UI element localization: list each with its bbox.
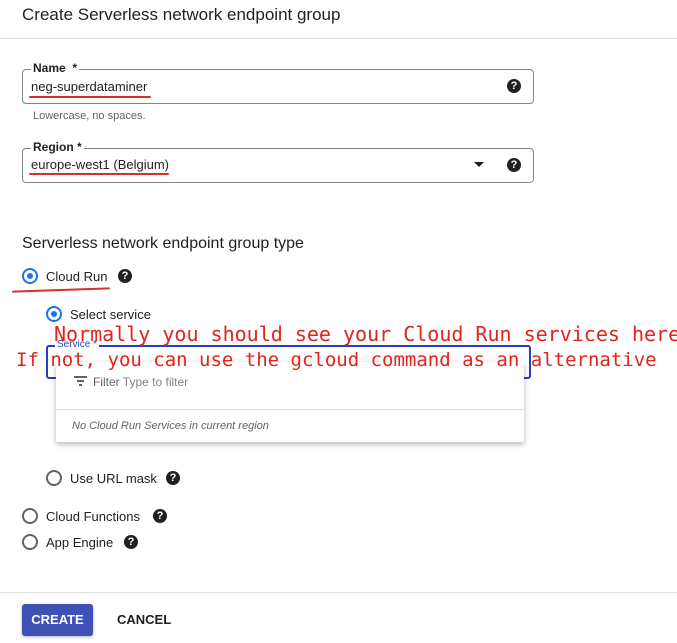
cloud-run-red-underline xyxy=(11,287,111,293)
endpoint-type-title: Serverless network endpoint group type xyxy=(22,235,304,252)
annotation-line-2: If not, you can use the gcloud command a… xyxy=(16,349,657,371)
select-service-label[interactable]: Select service xyxy=(70,307,151,322)
cloud-run-radio[interactable] xyxy=(22,268,38,284)
triangle-down-icon[interactable] xyxy=(474,162,484,167)
url-mask-help-icon[interactable]: ? xyxy=(166,471,180,485)
name-red-underline xyxy=(29,96,151,98)
create-button[interactable]: CREATE xyxy=(22,604,93,636)
cloud-run-help-icon[interactable]: ? xyxy=(118,269,132,283)
cloud-run-label[interactable]: Cloud Run xyxy=(46,269,107,284)
cloud-functions-help-icon[interactable]: ? xyxy=(153,509,167,523)
cloud-functions-radio[interactable] xyxy=(22,508,38,524)
footer-divider xyxy=(0,592,677,593)
select-service-radio[interactable] xyxy=(46,306,62,322)
region-help-icon[interactable]: ? xyxy=(507,158,521,172)
filter-input[interactable]: Filter Type to filter xyxy=(93,375,188,389)
dropdown-divider xyxy=(56,409,524,410)
app-engine-help-icon[interactable]: ? xyxy=(124,535,138,549)
app-engine-label[interactable]: App Engine xyxy=(46,535,113,550)
region-select-value[interactable]: europe-west1 (Belgium) xyxy=(31,157,169,172)
page-title: Create Serverless network endpoint group xyxy=(22,5,341,24)
name-input-value[interactable]: neg-superdataminer xyxy=(31,79,147,94)
cloud-functions-label[interactable]: Cloud Functions xyxy=(46,509,140,524)
annotation-line-1: Normally you should see your Cloud Run s… xyxy=(54,322,677,346)
region-field-label: Region * xyxy=(31,140,84,154)
app-engine-radio[interactable] xyxy=(22,534,38,550)
name-help-icon[interactable]: ? xyxy=(507,79,521,93)
name-hint: Lowercase, no spaces. xyxy=(33,110,146,122)
region-red-underline xyxy=(29,173,169,175)
no-services-message: No Cloud Run Services in current region xyxy=(72,420,269,432)
url-mask-label[interactable]: Use URL mask xyxy=(70,471,157,486)
url-mask-radio[interactable] xyxy=(46,470,62,486)
name-field-label: Name * xyxy=(31,61,80,75)
cancel-button[interactable]: CANCEL xyxy=(105,604,183,636)
filter-icon[interactable] xyxy=(74,376,87,386)
title-divider xyxy=(0,38,677,39)
